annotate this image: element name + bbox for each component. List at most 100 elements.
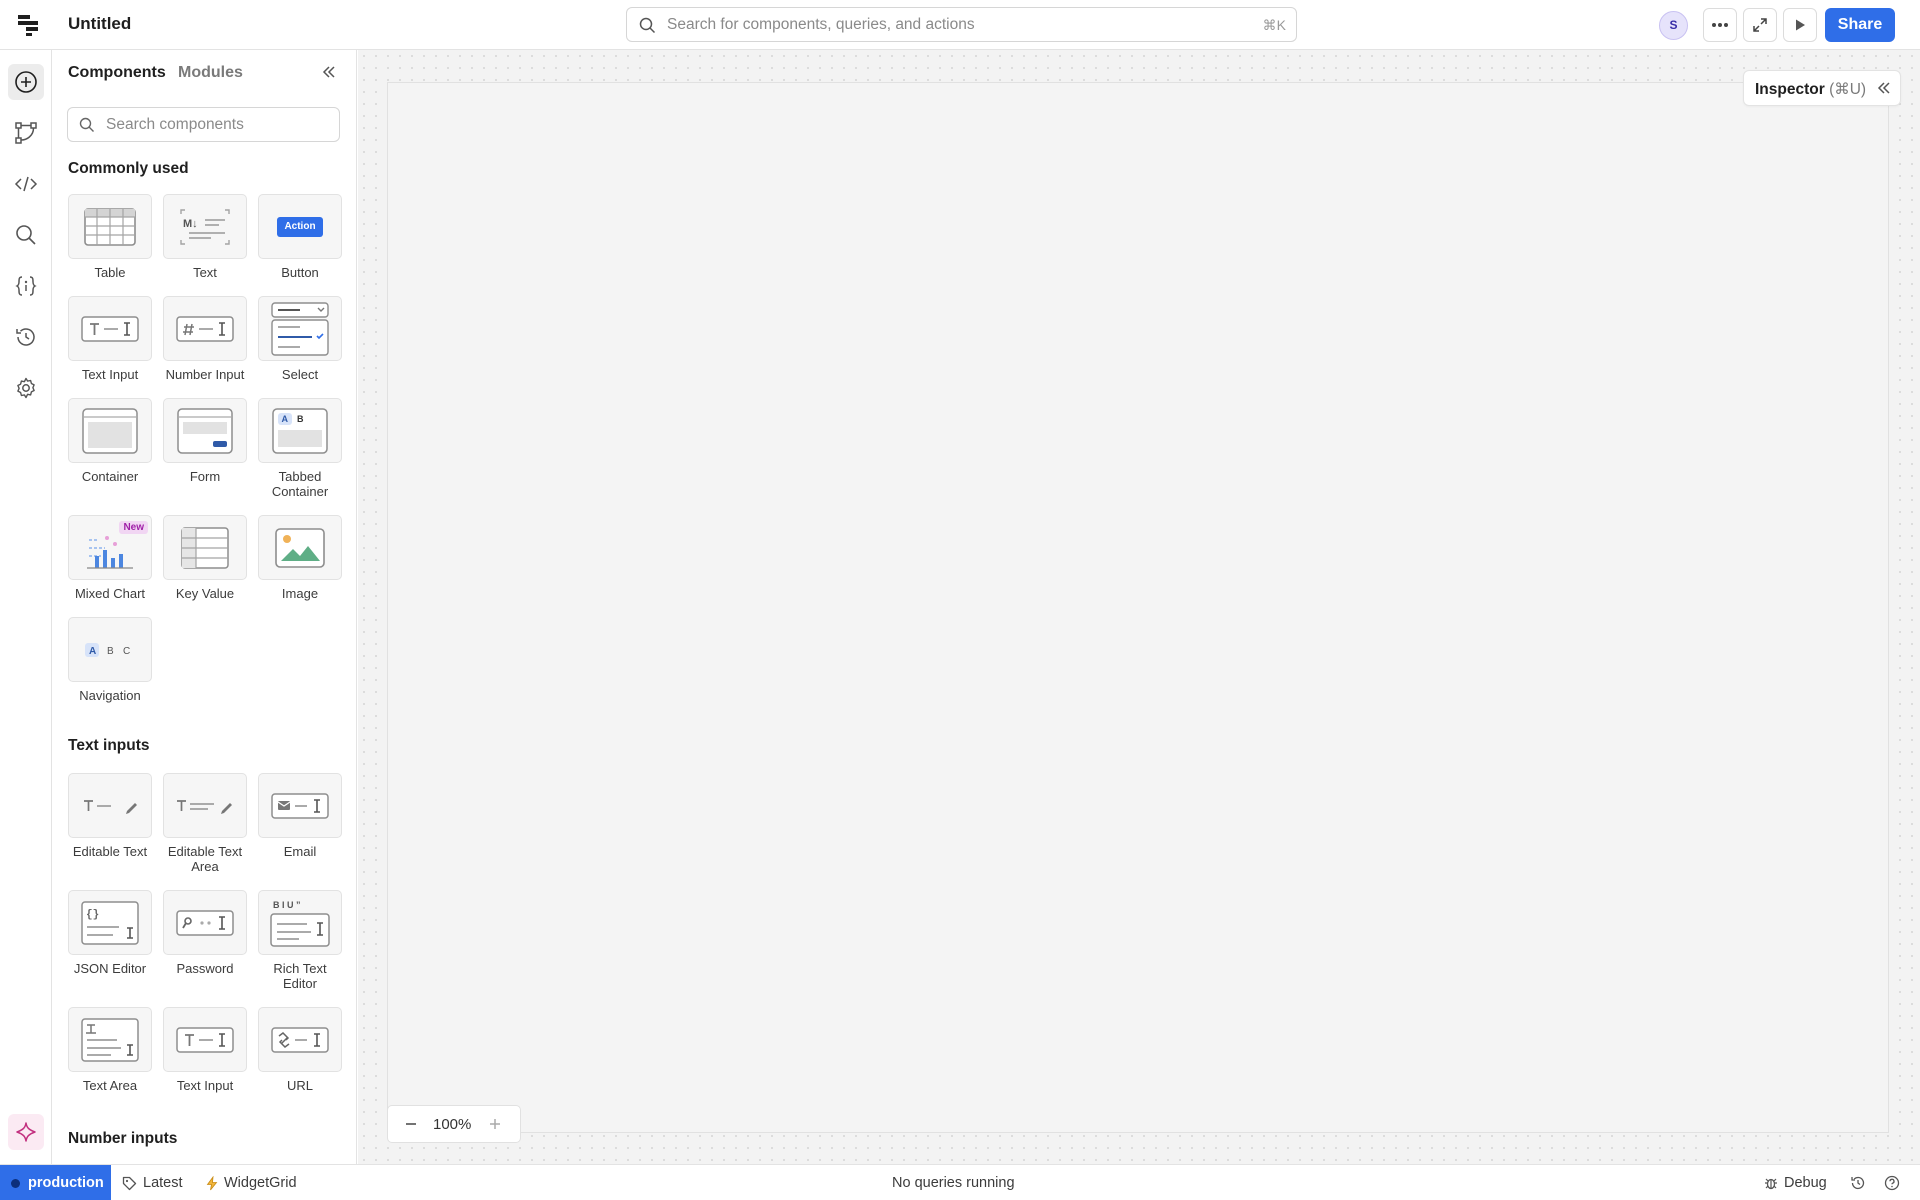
share-button[interactable]: Share <box>1825 8 1895 42</box>
fullscreen-button[interactable] <box>1743 8 1777 42</box>
json-editor-icon: {} <box>81 900 139 945</box>
component-number-input[interactable]: Number Input <box>162 296 248 382</box>
component-navigation[interactable]: ABC Navigation <box>67 617 153 703</box>
grid-label: WidgetGrid <box>224 1175 297 1191</box>
rail-state[interactable] <box>8 268 44 304</box>
collapse-panel-icon[interactable] <box>321 65 337 79</box>
editable-text-icon <box>84 799 137 814</box>
key-value-icon <box>181 526 229 569</box>
user-avatar[interactable]: S <box>1659 11 1688 40</box>
component-select[interactable]: Select <box>257 296 343 382</box>
markdown-text-icon: M↓ <box>180 208 230 245</box>
component-image[interactable]: Image <box>257 515 343 601</box>
component-url[interactable]: URL <box>257 1007 343 1093</box>
global-search-input[interactable] <box>667 8 1227 41</box>
section-number-inputs: Number inputs <box>68 1130 178 1147</box>
component-rich-text-editor[interactable]: B I U ” Rich Text Editor <box>257 890 343 991</box>
component-search[interactable] <box>67 107 340 142</box>
component-label: Editable Text <box>72 844 148 859</box>
rail-assist[interactable] <box>8 1114 44 1150</box>
rail-history[interactable] <box>8 319 44 355</box>
tab-preview-b: B <box>297 414 304 424</box>
debug-button[interactable]: Debug <box>1764 1175 1827 1191</box>
component-label: Mixed Chart <box>74 586 146 601</box>
component-editable-text[interactable]: Editable Text <box>67 773 153 859</box>
more-options-button[interactable] <box>1703 8 1737 42</box>
component-label: Button <box>281 265 319 280</box>
rte-toolbar-glyphs: B I U ” <box>273 900 301 910</box>
queries-status[interactable]: No queries running <box>892 1175 1015 1191</box>
chevrons-left-icon[interactable] <box>1876 81 1892 95</box>
lightning-icon <box>206 1175 218 1190</box>
search-icon <box>16 225 36 245</box>
select-icon <box>271 301 329 356</box>
app-title[interactable]: Untitled <box>68 14 131 34</box>
tab-modules[interactable]: Modules <box>178 64 243 82</box>
inspector-label: Inspector <box>1755 81 1825 98</box>
password-input-icon <box>176 909 234 936</box>
rail-code[interactable] <box>8 166 44 202</box>
tag-icon <box>122 1176 137 1190</box>
history-icon[interactable] <box>1850 1175 1866 1191</box>
preview-button[interactable] <box>1783 8 1817 42</box>
component-table[interactable]: Table <box>67 194 153 280</box>
queries-status-label: No queries running <box>892 1175 1015 1191</box>
retool-logo-icon[interactable] <box>16 13 40 37</box>
component-label: Image <box>281 586 319 601</box>
editable-text-area-icon <box>177 799 232 814</box>
history-icon <box>16 328 35 346</box>
environment-selector[interactable]: production <box>0 1165 111 1200</box>
component-label: Form <box>189 469 221 484</box>
grid-selector[interactable]: WidgetGrid <box>206 1175 297 1191</box>
section-text-inputs: Text inputs <box>68 737 150 754</box>
inspector-toggle[interactable]: Inspector (⌘U) <box>1743 70 1901 106</box>
inspector-shortcut: (⌘U) <box>1829 81 1867 98</box>
zoom-in-icon[interactable] <box>488 1117 502 1131</box>
component-container[interactable]: Container <box>67 398 153 484</box>
component-label: Text <box>193 265 217 280</box>
component-text[interactable]: M↓ Text <box>162 194 248 280</box>
component-text-input-2[interactable]: Text Input <box>162 1007 248 1093</box>
search-shortcut: ⌘K <box>1262 17 1286 33</box>
workflow-icon <box>15 122 37 144</box>
component-form[interactable]: Form <box>162 398 248 484</box>
component-json-editor[interactable]: {} JSON Editor <box>67 890 153 976</box>
rail-settings[interactable] <box>8 370 44 406</box>
component-label: JSON Editor <box>73 961 147 976</box>
component-button[interactable]: Action Button <box>257 194 343 280</box>
rail-search[interactable] <box>8 217 44 253</box>
canvas-area[interactable] <box>358 50 1920 1164</box>
version-selector[interactable]: Latest <box>122 1175 183 1191</box>
component-label: Editable Text Area <box>167 844 243 874</box>
number-input-icon <box>176 315 234 342</box>
rail-add-component[interactable] <box>8 64 44 100</box>
new-badge: New <box>119 521 148 534</box>
component-search-input[interactable] <box>106 108 331 141</box>
debug-label: Debug <box>1784 1175 1827 1191</box>
component-key-value[interactable]: Key Value <box>162 515 248 601</box>
component-email[interactable]: Email <box>257 773 343 859</box>
rail-workflows[interactable] <box>8 115 44 151</box>
nav-preview-a: A <box>89 646 96 657</box>
image-icon <box>275 527 325 568</box>
zoom-level[interactable]: 100% <box>433 1116 471 1133</box>
component-text-input[interactable]: Text Input <box>67 296 153 382</box>
zoom-out-icon[interactable] <box>404 1117 418 1131</box>
text-input-icon <box>176 1026 234 1053</box>
component-text-area[interactable]: Text Area <box>67 1007 153 1093</box>
form-icon <box>177 407 233 454</box>
svg-text:{}: {} <box>86 909 99 921</box>
app-canvas[interactable] <box>387 82 1889 1133</box>
global-search[interactable]: ⌘K <box>626 7 1297 42</box>
component-mixed-chart[interactable]: New Mixed Chart <box>67 515 153 601</box>
help-icon[interactable] <box>1884 1175 1900 1191</box>
component-password[interactable]: Password <box>162 890 248 976</box>
component-label: Rich Text Editor <box>273 961 327 991</box>
components-panel: Components Modules Commonly used Table M… <box>53 50 357 1164</box>
tab-components[interactable]: Components <box>68 64 166 82</box>
component-tabbed-container[interactable]: AB Tabbed Container <box>257 398 343 499</box>
component-editable-text-area[interactable]: Editable Text Area <box>162 773 248 874</box>
search-icon <box>79 117 94 132</box>
markdown-glyph: M↓ <box>183 218 198 230</box>
more-horizontal-icon <box>1712 23 1728 27</box>
